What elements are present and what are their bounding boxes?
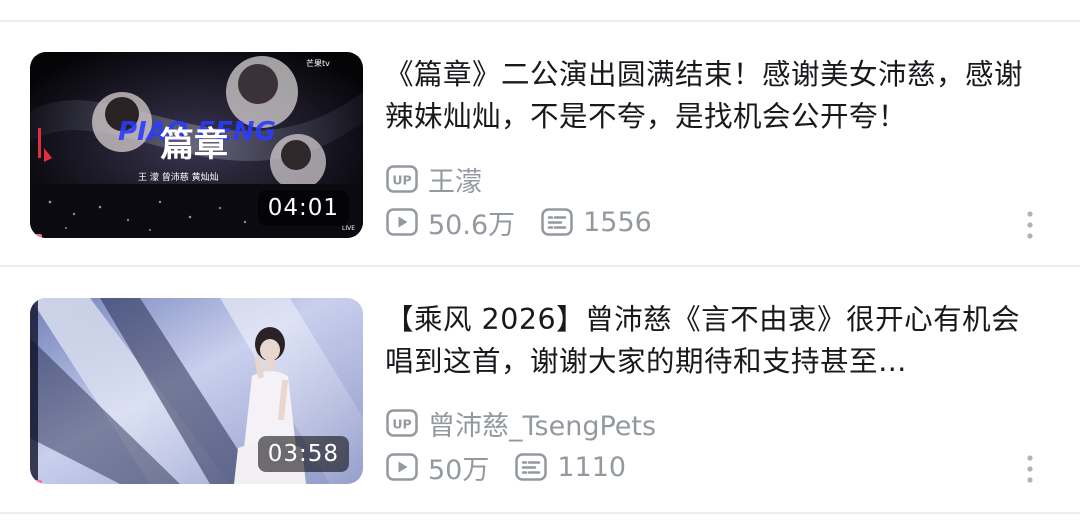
more-vertical-icon[interactable] (1022, 454, 1038, 484)
play-count-icon (386, 208, 418, 236)
video-duration: 04:01 (257, 190, 349, 226)
more-vertical-icon[interactable] (1022, 210, 1038, 240)
danmaku-icon (541, 208, 573, 236)
watch-progress (30, 234, 42, 238)
stats-row: 50.6万 1556 (386, 203, 652, 242)
video-duration: 03:58 (257, 436, 349, 472)
thumb-live: LIVE (342, 225, 355, 232)
video-card-2[interactable]: 03:58 【乘风 2026】曾沛慈《言不由衷》很开心有机会唱到这首，谢谢大家的… (0, 284, 1080, 487)
row-divider (0, 265, 1080, 267)
danmaku-count: 1556 (541, 207, 652, 238)
danmaku-count-text: 1110 (557, 451, 627, 483)
decor-stripe (38, 128, 41, 158)
uploader-name: 王濛 (428, 166, 482, 198)
view-count-text: 50.6万 (428, 209, 516, 241)
play-count-icon (386, 453, 418, 481)
video-card-1[interactable]: PIAO FENG 篇章 王 濛 曾沛慈 黄灿灿 芒果tv LIVE 04:01… (0, 40, 1080, 242)
danmaku-icon (515, 453, 548, 481)
bottom-divider (0, 512, 1080, 514)
top-divider (0, 20, 1080, 22)
video-title[interactable]: 《篇章》二公演出圆满结束！感谢美女沛慈，感谢辣妹灿灿，不是不夸，是找机会公开夸！ (385, 54, 1045, 138)
view-count: 50.6万 (386, 203, 515, 242)
video-thumbnail-1[interactable]: PIAO FENG 篇章 王 濛 曾沛慈 黄灿灿 芒果tv LIVE 04:01 (30, 52, 363, 238)
thumb-headline: 篇章 (160, 125, 228, 165)
thumb-brand: 芒果tv (306, 58, 330, 68)
view-count-text: 50万 (428, 454, 490, 486)
svg-text:UP: UP (392, 417, 411, 432)
up-badge-icon: UP (386, 165, 418, 193)
video-thumbnail-2[interactable]: 03:58 (30, 298, 363, 484)
danmaku-count: 1110 (515, 452, 626, 483)
stats-row: 50万 1110 (386, 448, 626, 487)
uploader-row[interactable]: UP 王濛 (386, 162, 482, 198)
watch-progress (30, 480, 42, 484)
up-badge-icon: UP (386, 409, 418, 437)
thumb-performers: 王 濛 曾沛慈 黄灿灿 (138, 171, 219, 183)
uploader-row[interactable]: UP 曾沛慈_TsengPets (386, 406, 657, 442)
svg-text:UP: UP (392, 173, 411, 188)
uploader-name: 曾沛慈_TsengPets (428, 410, 657, 442)
video-title[interactable]: 【乘风 2026】曾沛慈《言不由衷》很开心有机会唱到这首，谢谢大家的期待和支持甚… (385, 299, 1045, 383)
view-count: 50万 (386, 448, 489, 487)
danmaku-count-text: 1556 (583, 206, 652, 238)
